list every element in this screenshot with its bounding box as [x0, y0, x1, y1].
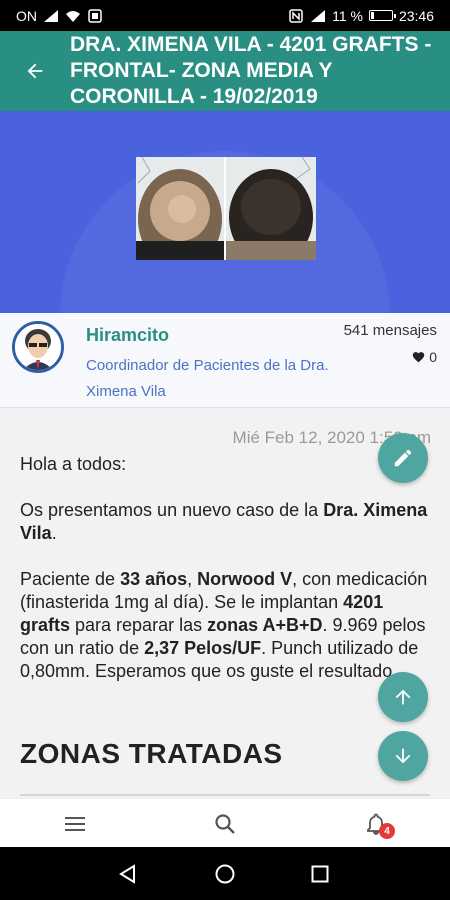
hero-banner: [0, 111, 450, 313]
search-icon: [215, 813, 235, 834]
arrow-left-icon: [27, 63, 43, 79]
triangle-back-icon: [119, 863, 135, 884]
section-heading: ZONAS TRATADAS: [20, 738, 283, 769]
app-notification-icon: [88, 8, 102, 23]
clock: 23:46: [398, 7, 434, 24]
arrow-down-icon: [395, 748, 411, 764]
cell-signal-icon: [311, 9, 326, 22]
search-button[interactable]: [195, 799, 255, 848]
before-photo: [136, 157, 226, 260]
system-back-button[interactable]: [98, 847, 158, 900]
arrow-up-icon: [395, 689, 411, 705]
post-paragraph: Hola a todos:: [20, 454, 127, 474]
system-home-button[interactable]: [195, 847, 255, 900]
status-bar: ON 11 % 23:46: [0, 0, 450, 31]
heart-icon: [413, 352, 425, 363]
scroll-down-button[interactable]: [378, 731, 428, 781]
app-bar: DRA. XIMENA VILA - 4201 GRAFTS - FRONTAL…: [0, 31, 450, 111]
square-recents-icon: [311, 865, 329, 882]
carrier-label: ON: [16, 7, 37, 24]
author-name[interactable]: Hiramcito: [86, 325, 169, 346]
before-after-photo[interactable]: [136, 157, 316, 260]
notification-badge: 4: [379, 823, 395, 839]
likes-value: 0: [429, 349, 437, 365]
back-button[interactable]: [0, 31, 70, 111]
post-paragraph: Os presentamos un nuevo caso de la Dra. …: [20, 500, 428, 543]
wifi-icon: [66, 10, 80, 22]
nfc-icon: [289, 8, 303, 23]
system-recents-button[interactable]: [290, 847, 350, 900]
signal-icon: [44, 9, 58, 22]
avatar[interactable]: [12, 321, 64, 373]
circle-home-icon: [215, 864, 235, 883]
author-card: Hiramcito Coordinador de Pacientes de la…: [0, 313, 450, 408]
scroll-up-button[interactable]: [378, 672, 428, 722]
divider: [20, 794, 430, 796]
after-photo: [226, 157, 316, 260]
message-count: 541 mensajes: [343, 322, 437, 339]
system-navigation-bar: [0, 847, 450, 900]
battery-icon: [368, 10, 396, 21]
post-body: Hola a todos: Os presentamos un nuevo ca…: [20, 453, 430, 706]
menu-button[interactable]: [45, 799, 105, 848]
pencil-icon: [394, 449, 412, 467]
bottom-nav: 4: [0, 798, 450, 847]
topic-title: DRA. XIMENA VILA - 4201 GRAFTS - FRONTAL…: [70, 33, 432, 108]
post-paragraph: Paciente de 33 años, Norwood V, con medi…: [20, 569, 428, 681]
author-role: Coordinador de Pacientes de la Dra. Xime…: [86, 357, 329, 400]
notifications-button[interactable]: 4: [346, 799, 406, 848]
hamburger-icon: [65, 816, 85, 831]
edit-button[interactable]: [378, 433, 428, 483]
battery-percent: 11 %: [332, 7, 363, 24]
likes-count: 0: [412, 349, 437, 365]
